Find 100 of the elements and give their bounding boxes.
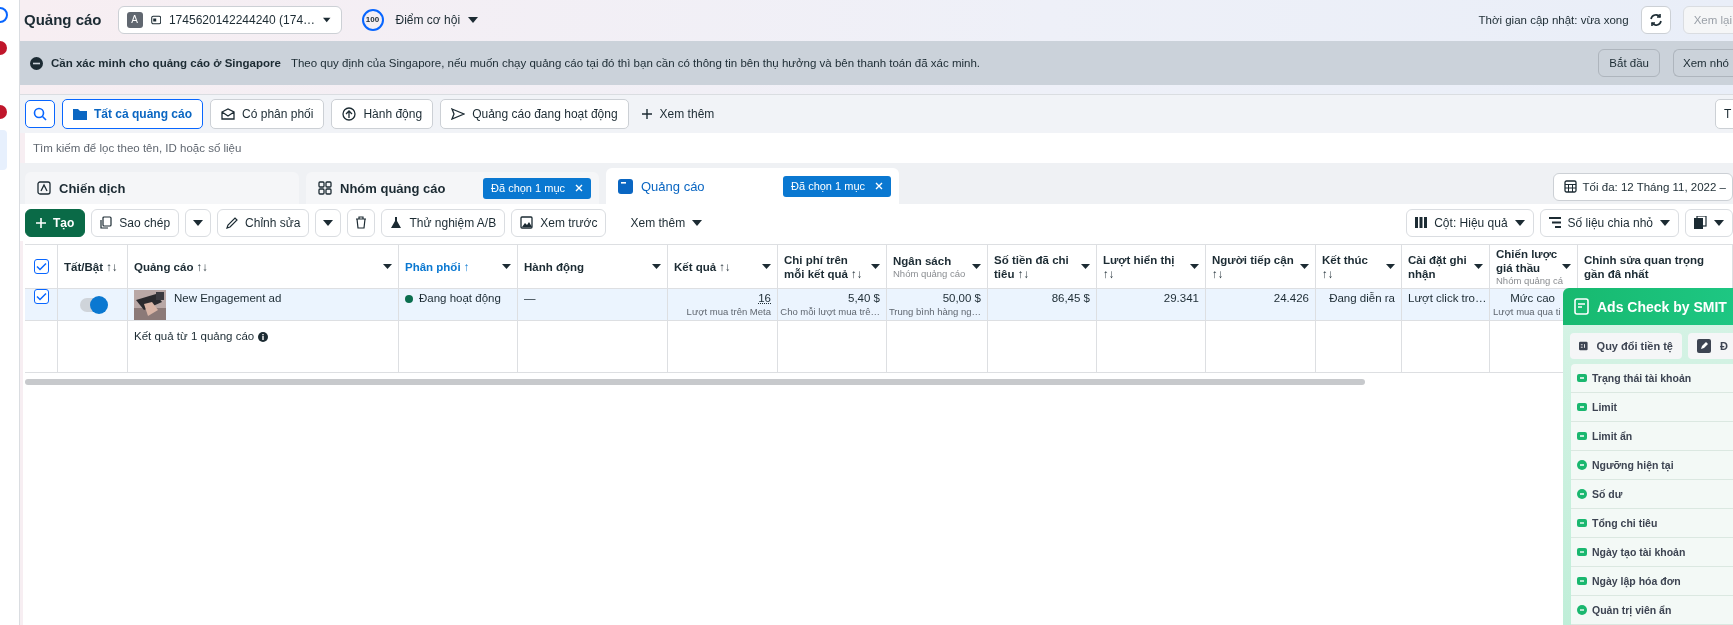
column-header[interactable]: Kết quả ↑↓ xyxy=(674,259,731,274)
column-header[interactable]: Người tiếp cận ↑↓ xyxy=(1212,252,1296,281)
caret-icon[interactable] xyxy=(871,264,880,269)
caret-icon[interactable] xyxy=(652,264,661,269)
delete-button[interactable] xyxy=(347,208,376,237)
toggle-switch[interactable] xyxy=(79,297,106,312)
caret-icon xyxy=(1660,219,1670,226)
cell-subtitle: Lượt mua qua ti xyxy=(1493,306,1561,317)
date-range-button[interactable]: Tối đa: 12 Tháng 11, 2022 – xyxy=(1552,172,1733,201)
plus-icon xyxy=(36,217,46,228)
scrollbar[interactable] xyxy=(25,379,1365,385)
report-dropdown[interactable] xyxy=(1685,208,1733,237)
column-header[interactable]: Chỉnh sửa quan trọng gần đâ nhất xyxy=(1584,252,1726,281)
caret-icon[interactable] xyxy=(502,264,511,269)
caret-icon[interactable] xyxy=(1081,264,1090,269)
card-icon xyxy=(1577,373,1587,383)
search-field[interactable]: Tìm kiếm để lọc theo tên, ID hoặc số liệu xyxy=(31,141,635,155)
caret-icon[interactable] xyxy=(1474,264,1483,269)
flask-icon xyxy=(390,216,403,229)
toolbar-dropdown[interactable]: Số liệu chia nhỏ xyxy=(1539,208,1679,237)
columns-icon xyxy=(1415,217,1428,228)
caret-icon[interactable] xyxy=(1562,264,1571,269)
tab[interactable]: Chiến dịch xyxy=(25,172,299,204)
toolbar-button[interactable]: Thử nghiệm A/B xyxy=(381,208,506,237)
column-header[interactable]: Kết thúc ↑↓ xyxy=(1322,252,1382,281)
banner-title: Cần xác minh cho quảng cáo ở Singapore xyxy=(51,57,281,69)
panel-button[interactable]: Đ xyxy=(1688,333,1733,359)
column-header[interactable]: Cài đặt ghi nhận xyxy=(1408,252,1470,281)
caret-icon[interactable] xyxy=(1386,264,1395,269)
panel-item[interactable]: Limit xyxy=(1571,393,1733,422)
column-header[interactable]: Quảng cáo ↑↓ xyxy=(134,259,209,274)
filter-pill[interactable]: Có phân phối xyxy=(210,99,325,129)
panel-item[interactable]: Tổng chi tiêu xyxy=(1571,509,1733,538)
column-header[interactable]: Phân phối ↑ xyxy=(405,259,470,274)
dropdown-button[interactable] xyxy=(315,208,342,237)
info-icon[interactable] xyxy=(258,332,269,342)
panel-item[interactable]: Ngưỡng hiện tại xyxy=(1571,451,1733,480)
column-header[interactable]: Chi phí trên mỗi kết quả ↑↓ xyxy=(784,252,867,281)
close-icon[interactable] xyxy=(875,182,883,190)
caret-icon[interactable] xyxy=(383,264,392,269)
cell-subtitle: Cho mỗi lượt mua trê… xyxy=(780,306,880,317)
table-cell: 29.341 xyxy=(1163,292,1199,304)
column-header[interactable]: Chiến lược giá thầu xyxy=(1496,246,1558,275)
panel-button[interactable]: Quy đổi tiền tệ xyxy=(1570,333,1682,359)
card-icon xyxy=(1577,547,1587,557)
panel-item[interactable]: Số dư xyxy=(1571,480,1733,509)
tab[interactable]: Quảng cáo Đã chọn 1 mục xyxy=(606,168,899,204)
toolbar-button[interactable]: Sao chép xyxy=(91,208,180,237)
account-dropdown[interactable]: A 1745620142244240 (174… xyxy=(117,5,342,34)
panel-item[interactable]: Limit ẩn xyxy=(1571,422,1733,451)
banner-message: Theo quy định của Singapore, nếu muốn chạy quảng cáo tại đó thì bạn cần có thông tin bên thụ hưởng và bên thanh toán đã xác minh. xyxy=(290,57,981,69)
table-cell: Lượt click tro… xyxy=(1408,292,1483,304)
caret-icon[interactable] xyxy=(1190,264,1199,269)
selection-chip[interactable]: Đã chọn 1 mục xyxy=(483,177,591,199)
dropdown-button[interactable] xyxy=(185,208,212,237)
banner-button[interactable]: Bắt đầu xyxy=(1598,49,1660,77)
more-filters-button[interactable]: Xem thêm xyxy=(635,106,721,122)
search-button[interactable] xyxy=(25,100,55,128)
pencil-icon xyxy=(1697,339,1711,353)
card-icon xyxy=(1577,576,1587,586)
caret-icon xyxy=(323,16,331,23)
panel-item[interactable]: Ngày lập hóa đơn xyxy=(1571,567,1733,596)
column-header[interactable]: Lượt hiển thị ↑↓ xyxy=(1103,252,1186,281)
filter-pill[interactable]: Quảng cáo đang hoạt động xyxy=(440,99,629,129)
image-icon xyxy=(520,216,534,229)
table-cell: 16 xyxy=(758,292,771,304)
results-summary: Kết quả từ 1 quảng cáo xyxy=(134,330,255,344)
selection-chip[interactable]: Đã chọn 1 mục xyxy=(783,175,891,197)
caret-icon[interactable] xyxy=(1300,264,1309,269)
filter-pill[interactable]: Hành động xyxy=(331,99,434,129)
column-header[interactable]: Tất/Bật ↑↓ xyxy=(64,259,118,274)
select-all-checkbox[interactable] xyxy=(33,259,49,274)
circle-icon xyxy=(1577,605,1587,615)
breakdown-icon xyxy=(1548,217,1561,228)
column-header[interactable]: Hành động xyxy=(524,259,585,274)
ad-name[interactable]: New Engagement ad xyxy=(174,292,282,304)
nav-icon[interactable] xyxy=(0,7,8,23)
close-icon[interactable] xyxy=(575,184,583,192)
toolbar-dropdown[interactable]: Cột: Hiệu quả xyxy=(1406,208,1534,237)
caret-icon[interactable] xyxy=(762,264,771,269)
toolbar-button[interactable]: Chỉnh sửa xyxy=(217,208,310,237)
column-header[interactable]: Ngân sách xyxy=(893,253,952,268)
status-text: Đang hoạt động xyxy=(419,292,501,304)
caret-icon xyxy=(692,219,703,226)
panel-item[interactable]: Quản trị viên ẩn xyxy=(1571,596,1733,625)
column-header[interactable]: Số tiền đã chi tiêu ↑↓ xyxy=(994,252,1077,281)
row-checkbox[interactable] xyxy=(33,289,49,304)
opportunity-dropdown[interactable]: Điểm cơ hội xyxy=(395,12,479,27)
create-button[interactable]: Tạo xyxy=(25,208,86,237)
refresh-button[interactable] xyxy=(1640,5,1671,34)
toolbar-button[interactable]: T xyxy=(1715,99,1733,129)
panel-item[interactable]: Trạng thái tài khoản xyxy=(1571,364,1733,393)
tab[interactable]: Nhóm quảng cáo Đã chọn 1 mục xyxy=(306,172,599,204)
panel-item[interactable]: Ngày tạo tài khoản xyxy=(1571,538,1733,567)
caret-icon[interactable] xyxy=(972,264,981,269)
filter-pill[interactable]: Tất cả quảng cáo xyxy=(62,99,204,129)
update-time: Thời gian cập nhật: vừa xong xyxy=(1478,13,1629,26)
grid-icon xyxy=(318,181,332,195)
banner-button[interactable]: Xem nhó xyxy=(1672,49,1733,77)
toolbar-button[interactable]: Xem trước xyxy=(511,208,607,237)
